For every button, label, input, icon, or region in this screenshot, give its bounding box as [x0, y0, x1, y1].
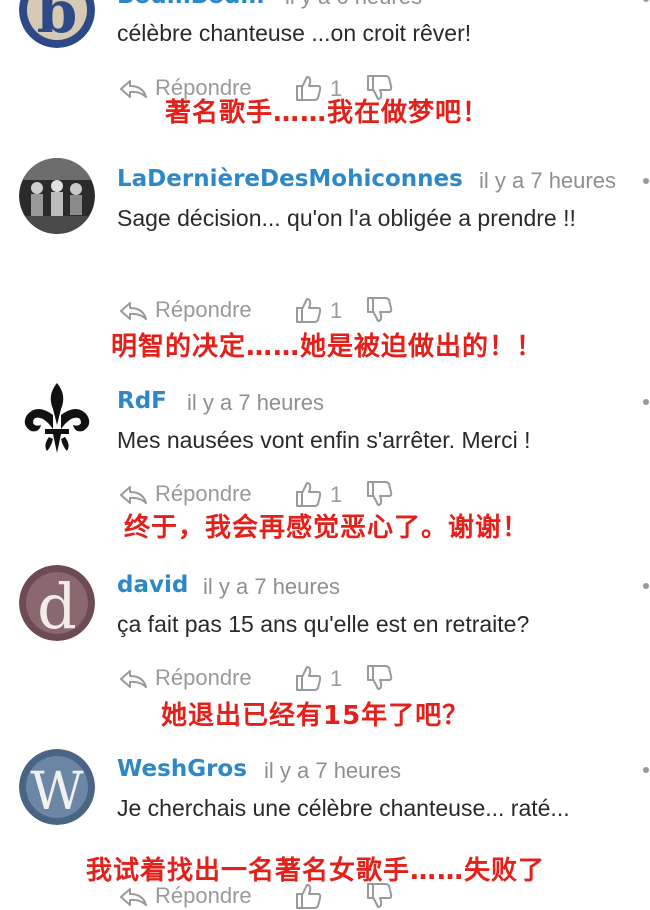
letter-b-avatar-icon: b	[19, 0, 95, 48]
comment-text: ça fait pas 15 ans qu'elle est en retrai…	[117, 611, 530, 637]
more-options-icon[interactable]	[643, 767, 649, 773]
reply-icon[interactable]	[118, 300, 148, 322]
reply-icon[interactable]	[118, 668, 148, 690]
svg-text:d: d	[37, 570, 77, 641]
comment-time: il y a 6 heures	[285, 0, 422, 10]
username[interactable]: david	[117, 572, 188, 598]
photo-avatar-icon	[19, 158, 95, 234]
thumbs-down-icon[interactable]	[365, 664, 393, 692]
avatar[interactable]: b	[19, 0, 95, 48]
thumbs-up-icon[interactable]	[294, 296, 322, 324]
more-options-icon[interactable]	[643, 399, 649, 405]
like-count: 1	[330, 666, 343, 691]
comment-text: Sage décision... qu'on l'a obligée a pre…	[117, 205, 576, 231]
avatar[interactable]	[19, 158, 95, 234]
like-count: 1	[330, 482, 343, 507]
reply-icon[interactable]	[118, 886, 148, 908]
translation-caption: 她退出已经有15年了吧？	[161, 701, 470, 731]
comment-time: il y a 7 heures	[479, 168, 616, 193]
like-count: 1	[330, 298, 343, 323]
svg-text:b: b	[37, 0, 78, 46]
reply-button[interactable]: Répondre	[155, 665, 252, 691]
svg-text:W: W	[30, 762, 84, 822]
comment-text: Je cherchais une célèbre chanteuse... ra…	[117, 795, 570, 821]
avatar[interactable]	[19, 381, 95, 457]
translation-caption: 终于，我会再感觉恶心了。谢谢！	[124, 513, 530, 543]
letter-w-avatar-icon: W	[19, 749, 95, 825]
thumbs-down-icon[interactable]	[365, 296, 393, 324]
username[interactable]: WeshGros	[117, 756, 247, 782]
comment-text: célèbre chanteuse ...on croit rêver!	[117, 20, 472, 46]
avatar[interactable]: W	[19, 749, 95, 825]
translation-caption: 明智的决定……她是被迫做出的！！	[111, 332, 544, 362]
fleur-de-lis-icon	[19, 381, 95, 457]
more-options-icon[interactable]	[643, 0, 649, 2]
more-options-icon[interactable]	[643, 178, 649, 184]
reply-icon[interactable]	[118, 484, 148, 506]
translation-caption: 著名歌手……我在做梦吧！	[165, 98, 490, 128]
username[interactable]: RdF	[117, 388, 167, 414]
comment-text: Mes nausées vont enfin s'arrêter. Merci …	[117, 427, 531, 453]
username[interactable]: BoumBoum	[117, 0, 264, 9]
reply-icon[interactable]	[118, 78, 148, 100]
reply-button[interactable]: Répondre	[155, 481, 252, 507]
translation-caption: 我试着找出一名著名女歌手……失败了	[86, 856, 546, 886]
thumbs-up-icon[interactable]	[294, 480, 322, 508]
username[interactable]: LaDernièreDesMohiconnes	[117, 166, 463, 192]
comment-time: il y a 7 heures	[203, 574, 340, 599]
comment-time: il y a 7 heures	[187, 390, 324, 415]
thumbs-down-icon[interactable]	[365, 480, 393, 508]
more-options-icon[interactable]	[643, 583, 649, 589]
letter-d-avatar-icon: d	[19, 565, 95, 641]
comment-time: il y a 7 heures	[264, 758, 401, 783]
thumbs-up-icon[interactable]	[294, 664, 322, 692]
avatar[interactable]: d	[19, 565, 95, 641]
reply-button[interactable]: Répondre	[155, 297, 252, 323]
